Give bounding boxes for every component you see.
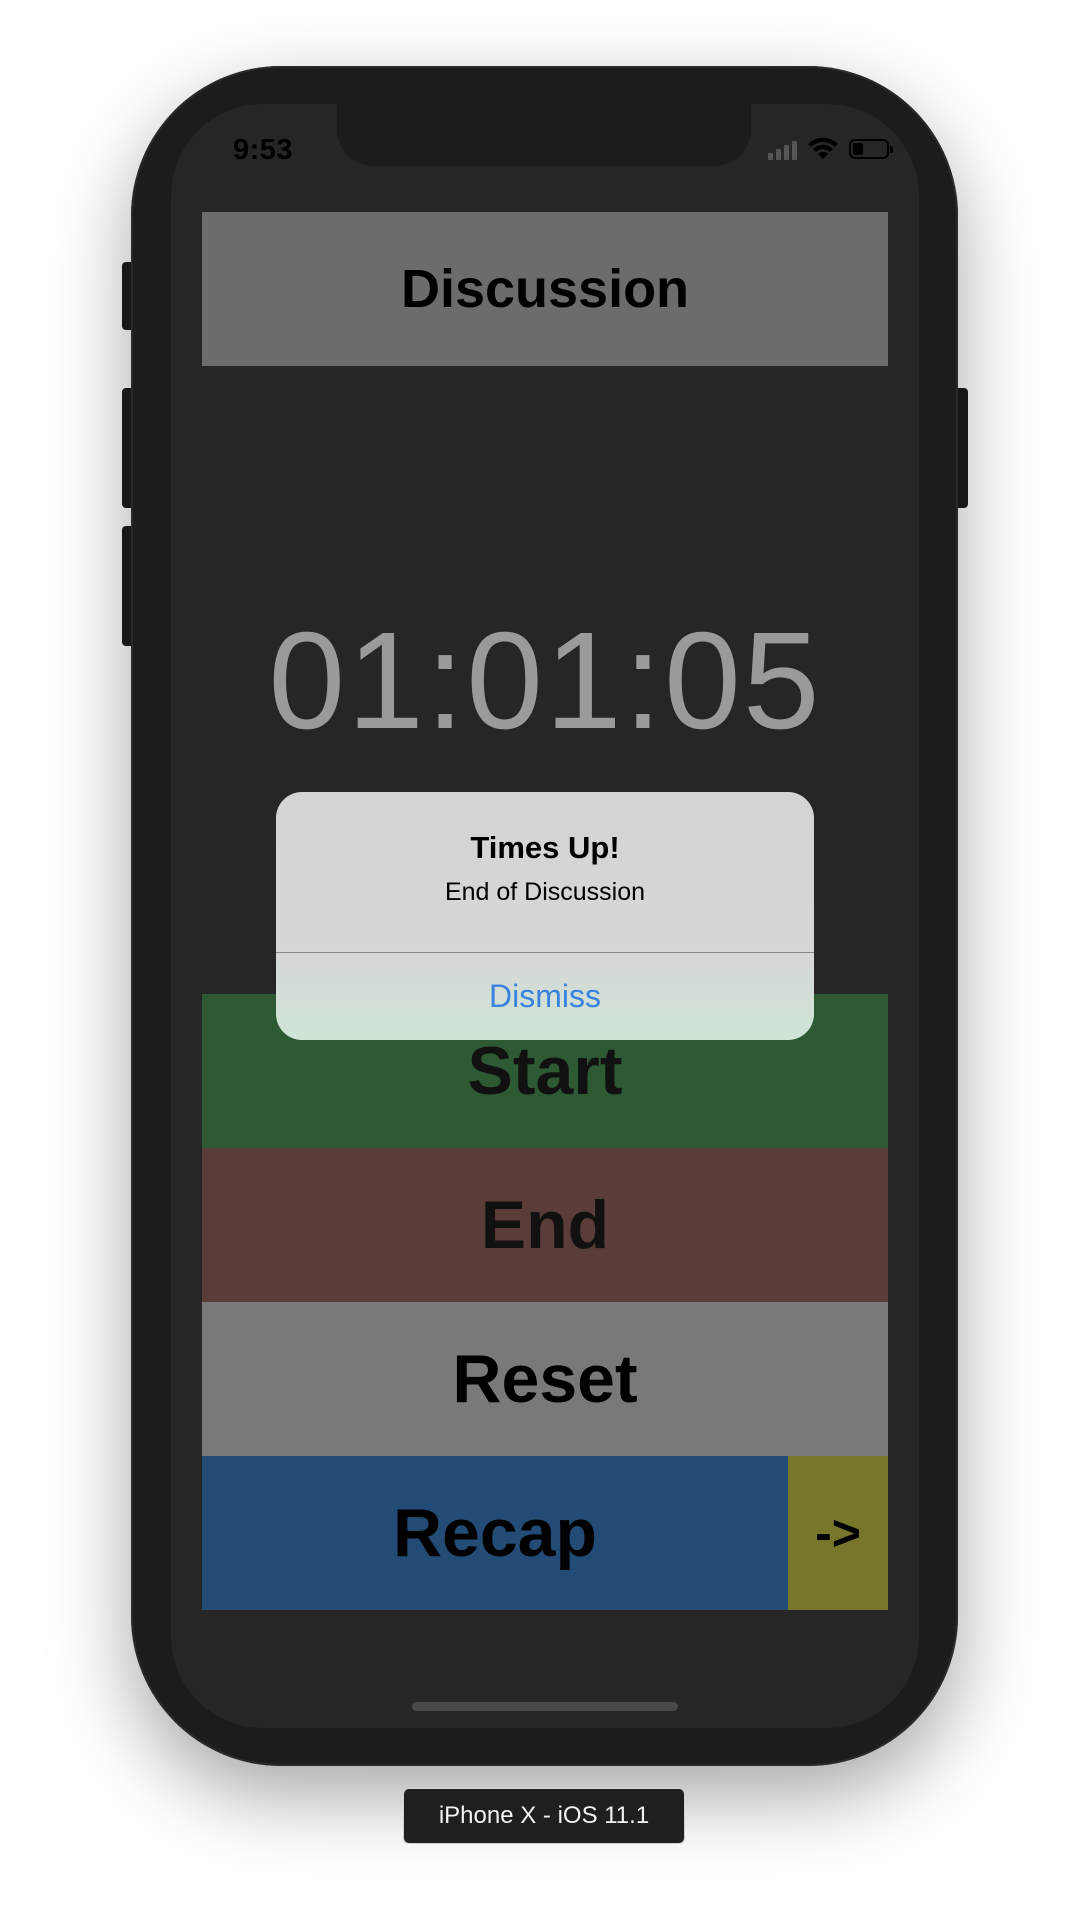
simulator-stage: 9:53 Discussion 01:01:05 Start End Reset… <box>0 0 1090 1928</box>
battery-level <box>853 143 863 155</box>
recap-button[interactable]: Recap <box>202 1456 788 1610</box>
status-time: 9:53 <box>233 134 294 166</box>
reset-button[interactable]: Reset <box>202 1302 888 1456</box>
wifi-icon <box>808 137 838 159</box>
battery-icon <box>849 139 893 159</box>
end-button[interactable]: End <box>202 1148 888 1302</box>
status-indicators <box>768 134 893 164</box>
notch <box>337 104 751 166</box>
alert-message: End of Discussion <box>444 878 646 906</box>
simulator-device-label: iPhone X - iOS 11.1 <box>403 1788 685 1844</box>
alert-title: Times Up! <box>470 830 620 865</box>
dismiss-button[interactable]: Dismiss <box>276 953 814 1040</box>
page-title: Discussion <box>400 259 690 319</box>
timer-display: 01:01:05 <box>268 604 822 758</box>
section-title-bar: Discussion <box>202 212 888 366</box>
home-indicator[interactable] <box>412 1702 678 1711</box>
next-button[interactable]: -> <box>788 1456 888 1610</box>
cellular-signal-icon <box>768 138 797 160</box>
phone-screen: 9:53 Discussion 01:01:05 Start End Reset… <box>171 104 919 1728</box>
alert-dialog: Times Up! End of Discussion Dismiss <box>276 792 814 1040</box>
